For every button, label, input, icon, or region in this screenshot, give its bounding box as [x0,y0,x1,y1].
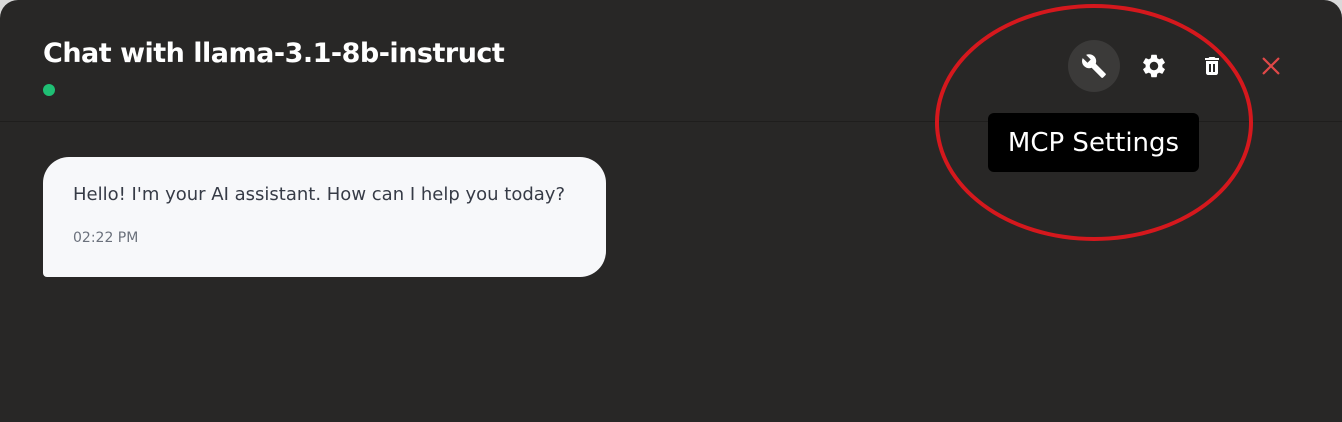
trash-icon [1205,57,1219,75]
settings-button[interactable] [1128,40,1180,92]
message-timestamp: 02:22 PM [73,230,139,246]
message-text: Hello! I'm your AI assistant. How can I … [73,184,566,205]
assistant-message: Hello! I'm your AI assistant. How can I … [43,157,606,277]
status-indicator [43,84,55,96]
mcp-settings-tooltip: MCP Settings [988,113,1199,172]
gear-icon [1143,54,1165,78]
chat-window: Chat with llama-3.1-8b-instruct Hello! I… [0,0,1342,422]
close-icon [1262,57,1280,75]
close-chat-button[interactable] [1245,40,1297,92]
delete-chat-button[interactable] [1186,40,1238,92]
wrench-icon [1082,54,1106,78]
chat-header: Chat with llama-3.1-8b-instruct [0,0,1342,122]
mcp-settings-button[interactable] [1068,40,1120,92]
chat-title: Chat with llama-3.1-8b-instruct [43,38,505,69]
